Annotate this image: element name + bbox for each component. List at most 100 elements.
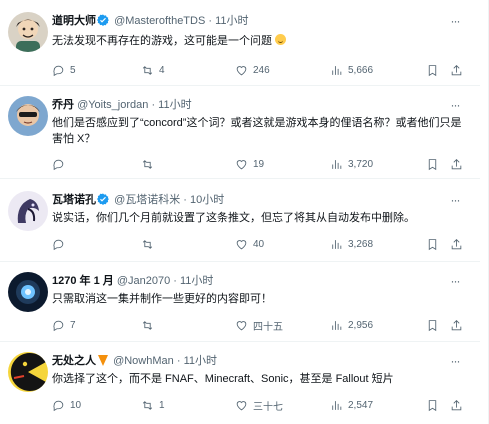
separator-dot: · xyxy=(173,275,177,287)
like-count: 三十七 xyxy=(253,401,283,413)
like-count: 19 xyxy=(253,158,265,170)
share-button[interactable] xyxy=(450,397,468,413)
tweet[interactable]: 乔丹 @Yoits_jordan · 11小时 ··· 他们是否感应到了“con… xyxy=(0,86,480,179)
like-button[interactable]: 三十七 xyxy=(235,397,283,413)
tweet-text: 他们是否感应到了“concord”这个词？或者这就是游戏本身的俚语名称？或者他们… xyxy=(52,117,462,145)
retweet-icon xyxy=(142,239,153,249)
reply-icon xyxy=(53,65,64,76)
verified-badge-icon xyxy=(97,14,109,30)
timestamp[interactable]: 11小时 xyxy=(158,99,191,111)
more-icon[interactable]: ··· xyxy=(448,98,462,112)
retweet-button[interactable] xyxy=(141,317,159,333)
like-count: 四十五 xyxy=(253,321,283,333)
reply-button[interactable] xyxy=(52,236,70,252)
tweet-header: 无处之人 @NowhMan · 11小时 xyxy=(52,354,217,368)
tweet[interactable]: 道明大师 @MasteroftheTDS · 11小时 ··· 无法发现不再存在… xyxy=(0,0,480,86)
avatar[interactable] xyxy=(8,12,48,52)
views-icon xyxy=(332,320,342,330)
retweet-icon xyxy=(142,400,153,410)
bookmark-icon xyxy=(428,64,437,76)
tweet[interactable]: 瓦塔诺孔 @瓦塔诺科米 · 10小时 ··· 说实话，你们几个月前就设置了这条推… xyxy=(0,179,480,262)
view-count: 5,666 xyxy=(348,64,374,76)
display-name[interactable]: 1270 年 1 月 xyxy=(52,275,114,287)
like-button[interactable]: 40 xyxy=(235,236,264,252)
reply-button[interactable]: 7 xyxy=(52,317,76,333)
tweet-text: 无法发现不再存在的游戏，这可能是一个问题 xyxy=(52,33,468,49)
handle[interactable]: @Jan2070 xyxy=(117,275,170,287)
reply-count: 7 xyxy=(70,319,76,331)
bookmark-button[interactable] xyxy=(426,62,444,78)
tweet[interactable]: 无处之人 @NowhMan · 11小时 ··· 你选择了这个，而不是 FNAF… xyxy=(0,342,480,424)
more-icon[interactable]: ··· xyxy=(448,274,462,288)
timestamp[interactable]: 11小时 xyxy=(215,15,248,27)
retweet-button[interactable] xyxy=(141,236,159,252)
timestamp[interactable]: 11小时 xyxy=(180,275,213,287)
tweet-header: 乔丹 @Yoits_jordan · 11小时 xyxy=(52,98,192,112)
tweet-feed: 道明大师 @MasteroftheTDS · 11小时 ··· 无法发现不再存在… xyxy=(0,0,489,424)
handle[interactable]: @MasteroftheTDS xyxy=(114,15,205,27)
bookmark-button[interactable] xyxy=(426,317,444,333)
action-bar: 40 3,268 xyxy=(48,236,468,252)
views-button[interactable]: 2,956 xyxy=(330,317,373,333)
reply-button[interactable] xyxy=(52,156,70,172)
view-count: 2,956 xyxy=(348,319,374,331)
more-icon[interactable]: ··· xyxy=(448,193,462,207)
action-bar: 5 4 246 5,666 xyxy=(48,62,468,78)
tweet-text: 你选择了这个，而不是 FNAF、Minecraft、Sonic，甚至是 Fall… xyxy=(52,373,394,385)
handle[interactable]: @瓦塔诺科米 xyxy=(114,194,180,206)
views-button[interactable]: 5,666 xyxy=(330,62,373,78)
views-button[interactable]: 3,720 xyxy=(330,156,373,172)
reply-count: 5 xyxy=(70,64,76,76)
display-name[interactable]: 瓦塔诺孔 xyxy=(52,194,96,206)
avatar[interactable] xyxy=(8,191,48,231)
share-button[interactable] xyxy=(450,62,468,78)
tweet-text: 只需取消这一集并制作一些更好的内容即可！ xyxy=(52,293,272,305)
views-button[interactable]: 2,547 xyxy=(330,397,373,413)
bookmark-button[interactable] xyxy=(426,156,444,172)
display-name[interactable]: 乔丹 xyxy=(52,99,74,111)
verified-badge-icon xyxy=(97,193,109,209)
like-button[interactable]: 四十五 xyxy=(235,317,283,333)
bookmark-button[interactable] xyxy=(426,236,444,252)
retweet-button[interactable]: 1 xyxy=(141,397,165,413)
separator-dot: · xyxy=(208,15,213,27)
handle[interactable]: @NowhMan xyxy=(113,355,174,367)
avatar[interactable] xyxy=(8,352,48,392)
avatar[interactable] xyxy=(8,272,48,312)
reply-button[interactable]: 10 xyxy=(52,397,81,413)
timestamp[interactable]: 10小时 xyxy=(190,194,224,206)
separator-dot: · xyxy=(151,99,156,111)
views-button[interactable]: 3,268 xyxy=(330,236,373,252)
display-name[interactable]: 无处之人 xyxy=(52,355,96,367)
tweet-header: 瓦塔诺孔 @瓦塔诺科米 · 10小时 xyxy=(52,193,224,209)
more-icon[interactable]: ··· xyxy=(448,14,462,28)
tweet-header: 道明大师 @MasteroftheTDS · 11小时 xyxy=(52,14,249,30)
like-button[interactable]: 246 xyxy=(235,62,270,78)
views-icon xyxy=(332,239,342,249)
reply-icon xyxy=(53,239,64,250)
like-icon xyxy=(236,400,247,410)
views-icon xyxy=(332,65,342,75)
more-icon[interactable]: ··· xyxy=(448,354,462,368)
share-icon xyxy=(451,238,462,249)
like-count: 246 xyxy=(253,64,270,76)
like-button[interactable]: 19 xyxy=(235,156,264,172)
retweet-button[interactable] xyxy=(141,156,159,172)
share-button[interactable] xyxy=(450,317,468,333)
share-button[interactable] xyxy=(450,156,468,172)
views-icon xyxy=(332,400,342,410)
like-icon xyxy=(236,159,247,169)
tweet[interactable]: 1270 年 1 月 @Jan2070 · 11小时 ··· 只需取消这一集并制… xyxy=(0,262,480,342)
avatar[interactable] xyxy=(8,96,48,136)
handle[interactable]: @Yoits_jordan xyxy=(77,99,148,111)
timestamp[interactable]: 11小时 xyxy=(184,355,217,367)
share-icon xyxy=(451,319,462,330)
separator-dot: · xyxy=(176,355,181,367)
bookmark-button[interactable] xyxy=(426,397,444,413)
retweet-button[interactable]: 4 xyxy=(141,62,165,78)
action-bar: 19 3,720 xyxy=(48,156,468,172)
retweet-icon xyxy=(142,65,153,75)
display-name[interactable]: 道明大师 xyxy=(52,15,96,27)
reply-button[interactable]: 5 xyxy=(52,62,76,78)
share-button[interactable] xyxy=(450,236,468,252)
